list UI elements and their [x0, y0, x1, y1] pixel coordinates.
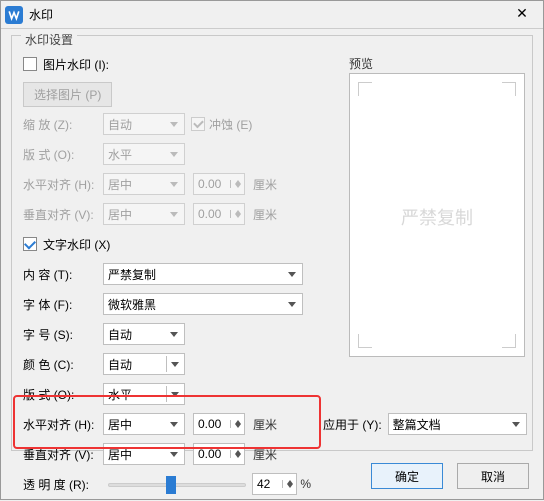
text-halign-select[interactable]: 居中	[103, 413, 185, 435]
select-image-button: 选择图片 (P)	[23, 82, 112, 107]
slider-thumb[interactable]	[166, 476, 176, 494]
chevron-down-icon	[284, 296, 300, 312]
watermark-dialog: 水印 ✕ 水印设置 图片水印 (I): 选择图片 (P) 缩 放 (Z): 自动…	[0, 0, 544, 500]
scale-label: 缩 放 (Z):	[23, 116, 103, 133]
text-valign-select[interactable]: 居中	[103, 443, 185, 465]
apply-select[interactable]: 整篇文档	[388, 413, 527, 435]
image-layout-select: 水平	[103, 143, 185, 165]
chevron-down-icon	[166, 446, 182, 462]
image-valign-unit: 厘米	[253, 206, 277, 223]
chevron-down-icon	[166, 326, 182, 342]
text-layout-label: 版 式 (O):	[23, 386, 103, 403]
preview-watermark-text: 严禁复制	[350, 204, 524, 230]
content-select[interactable]: 严禁复制	[103, 263, 303, 285]
chevron-down-icon	[166, 416, 182, 432]
image-layout-label: 版 式 (O):	[23, 146, 103, 163]
opacity-value[interactable]: 42	[252, 473, 297, 495]
chevron-down-icon	[166, 206, 182, 222]
apply-label: 应用于 (Y):	[323, 416, 382, 433]
washout-checkbox	[191, 117, 205, 131]
cancel-button[interactable]: 取消	[457, 463, 529, 489]
chevron-down-icon	[166, 146, 182, 162]
size-select[interactable]: 自动	[103, 323, 185, 345]
size-label: 字 号 (S):	[23, 326, 103, 343]
washout-label: 冲蚀 (E)	[209, 116, 252, 133]
image-halign-select: 居中	[103, 173, 185, 195]
text-watermark-label: 文字水印 (X)	[43, 236, 110, 253]
color-label: 颜 色 (C):	[23, 356, 103, 373]
text-layout-select[interactable]: 水平	[103, 383, 185, 405]
chevron-down-icon	[166, 116, 182, 132]
close-button[interactable]: ✕	[505, 5, 539, 25]
chevron-down-icon	[166, 176, 182, 192]
chevron-down-icon	[166, 386, 182, 402]
preview-pane: 严禁复制	[349, 73, 525, 357]
image-halign-label: 水平对齐 (H):	[23, 176, 103, 193]
text-halign-label: 水平对齐 (H):	[23, 416, 103, 433]
text-valign-offset[interactable]: 0.00	[193, 443, 245, 465]
footer: 确定 取消	[371, 463, 529, 489]
spin-down-icon[interactable]	[231, 454, 244, 458]
app-logo-icon	[5, 6, 23, 24]
apply-row: 应用于 (Y): 整篇文档	[323, 413, 527, 435]
text-watermark-checkbox[interactable]	[23, 237, 37, 251]
font-select[interactable]: 微软雅黑	[103, 293, 303, 315]
image-halign-offset: 0.00	[193, 173, 245, 195]
scale-select: 自动	[103, 113, 185, 135]
image-watermark-label: 图片水印 (I):	[43, 56, 109, 73]
chevron-down-icon	[508, 416, 524, 432]
opacity-label: 透 明 度 (R):	[23, 476, 102, 493]
text-valign-label: 垂直对齐 (V):	[23, 446, 103, 463]
opacity-unit: %	[300, 477, 311, 491]
ok-button[interactable]: 确定	[371, 463, 443, 489]
group-legend: 水印设置	[21, 31, 77, 48]
image-valign-select: 居中	[103, 203, 185, 225]
chevron-down-icon	[284, 266, 300, 282]
form-body: 图片水印 (I): 选择图片 (P) 缩 放 (Z): 自动 冲蚀 (E) 版 …	[23, 51, 311, 501]
image-watermark-checkbox[interactable]	[23, 57, 37, 71]
content-label: 内 容 (T):	[23, 266, 103, 283]
font-label: 字 体 (F):	[23, 296, 103, 313]
image-valign-offset: 0.00	[193, 203, 245, 225]
chevron-down-icon	[166, 356, 182, 372]
color-select[interactable]: 自动	[103, 353, 185, 375]
titlebar: 水印 ✕	[1, 1, 543, 29]
spin-down-icon[interactable]	[231, 424, 244, 428]
spin-down-icon[interactable]	[283, 484, 296, 488]
image-valign-label: 垂直对齐 (V):	[23, 206, 103, 223]
preview-label: 预览	[349, 55, 373, 72]
text-halign-offset[interactable]: 0.00	[193, 413, 245, 435]
text-valign-unit: 厘米	[253, 446, 277, 463]
image-halign-unit: 厘米	[253, 176, 277, 193]
text-halign-unit: 厘米	[253, 416, 277, 433]
window-title: 水印	[29, 6, 505, 23]
opacity-slider[interactable]	[108, 474, 246, 494]
